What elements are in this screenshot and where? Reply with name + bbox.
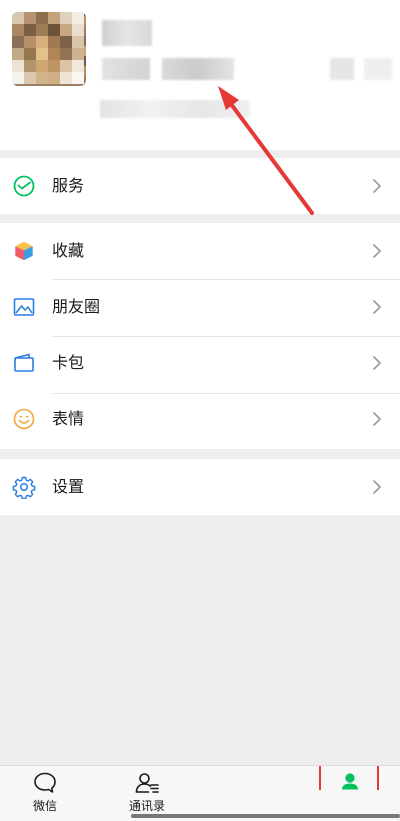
gear-icon <box>12 476 36 499</box>
menu-item-label: 表情 <box>52 409 85 428</box>
chevron-redacted <box>364 58 392 80</box>
menu-item-services[interactable]: 服务 <box>0 158 400 214</box>
menu-item-favorites[interactable]: 收藏 <box>0 223 400 279</box>
avatar[interactable] <box>12 12 86 86</box>
chat-bubble-icon <box>34 772 56 793</box>
chevron-right-icon <box>373 179 381 193</box>
highlight-box-annotation <box>319 766 379 790</box>
tab-chats[interactable]: 微信 <box>15 770 75 814</box>
chevron-right-icon <box>373 412 381 426</box>
menu-item-label: 收藏 <box>52 241 85 260</box>
menu-item-label: 朋友圈 <box>52 297 101 316</box>
wechat-id-redacted-2 <box>162 58 234 80</box>
menu-item-stickers[interactable]: 表情 <box>0 391 400 447</box>
settings-group: 设置 <box>0 459 400 515</box>
home-indicator <box>131 814 400 818</box>
status-redacted[interactable] <box>100 100 250 118</box>
chevron-right-icon <box>373 300 381 314</box>
chevron-right-icon <box>373 244 381 258</box>
contacts-icon <box>135 773 159 793</box>
nickname-redacted <box>102 20 152 46</box>
menu-item-card-pack[interactable]: 卡包 <box>0 335 400 391</box>
tab-contacts[interactable]: 通讯录 <box>117 770 177 814</box>
qr-code-redacted[interactable] <box>330 58 354 80</box>
wechat-id-redacted <box>102 58 150 80</box>
tab-label: 通讯录 <box>128 799 165 813</box>
smiley-icon <box>13 408 35 430</box>
features-group: 收藏 朋友圈 卡包 表情 <box>0 223 400 449</box>
menu-item-settings[interactable]: 设置 <box>0 459 400 515</box>
menu-item-moments[interactable]: 朋友圈 <box>0 279 400 335</box>
cube-icon <box>14 241 34 261</box>
tab-label: 微信 <box>32 799 57 813</box>
chevron-right-icon <box>373 480 381 494</box>
image-icon <box>13 298 35 316</box>
menu-item-label: 服务 <box>52 176 85 195</box>
chevron-right-icon <box>373 356 381 370</box>
profile-header[interactable] <box>0 0 400 150</box>
menu-item-label: 卡包 <box>52 353 85 372</box>
wechat-pay-icon <box>13 175 35 197</box>
wallet-icon <box>14 353 34 372</box>
services-group: 服务 <box>0 158 400 214</box>
menu-item-label: 设置 <box>52 477 85 496</box>
